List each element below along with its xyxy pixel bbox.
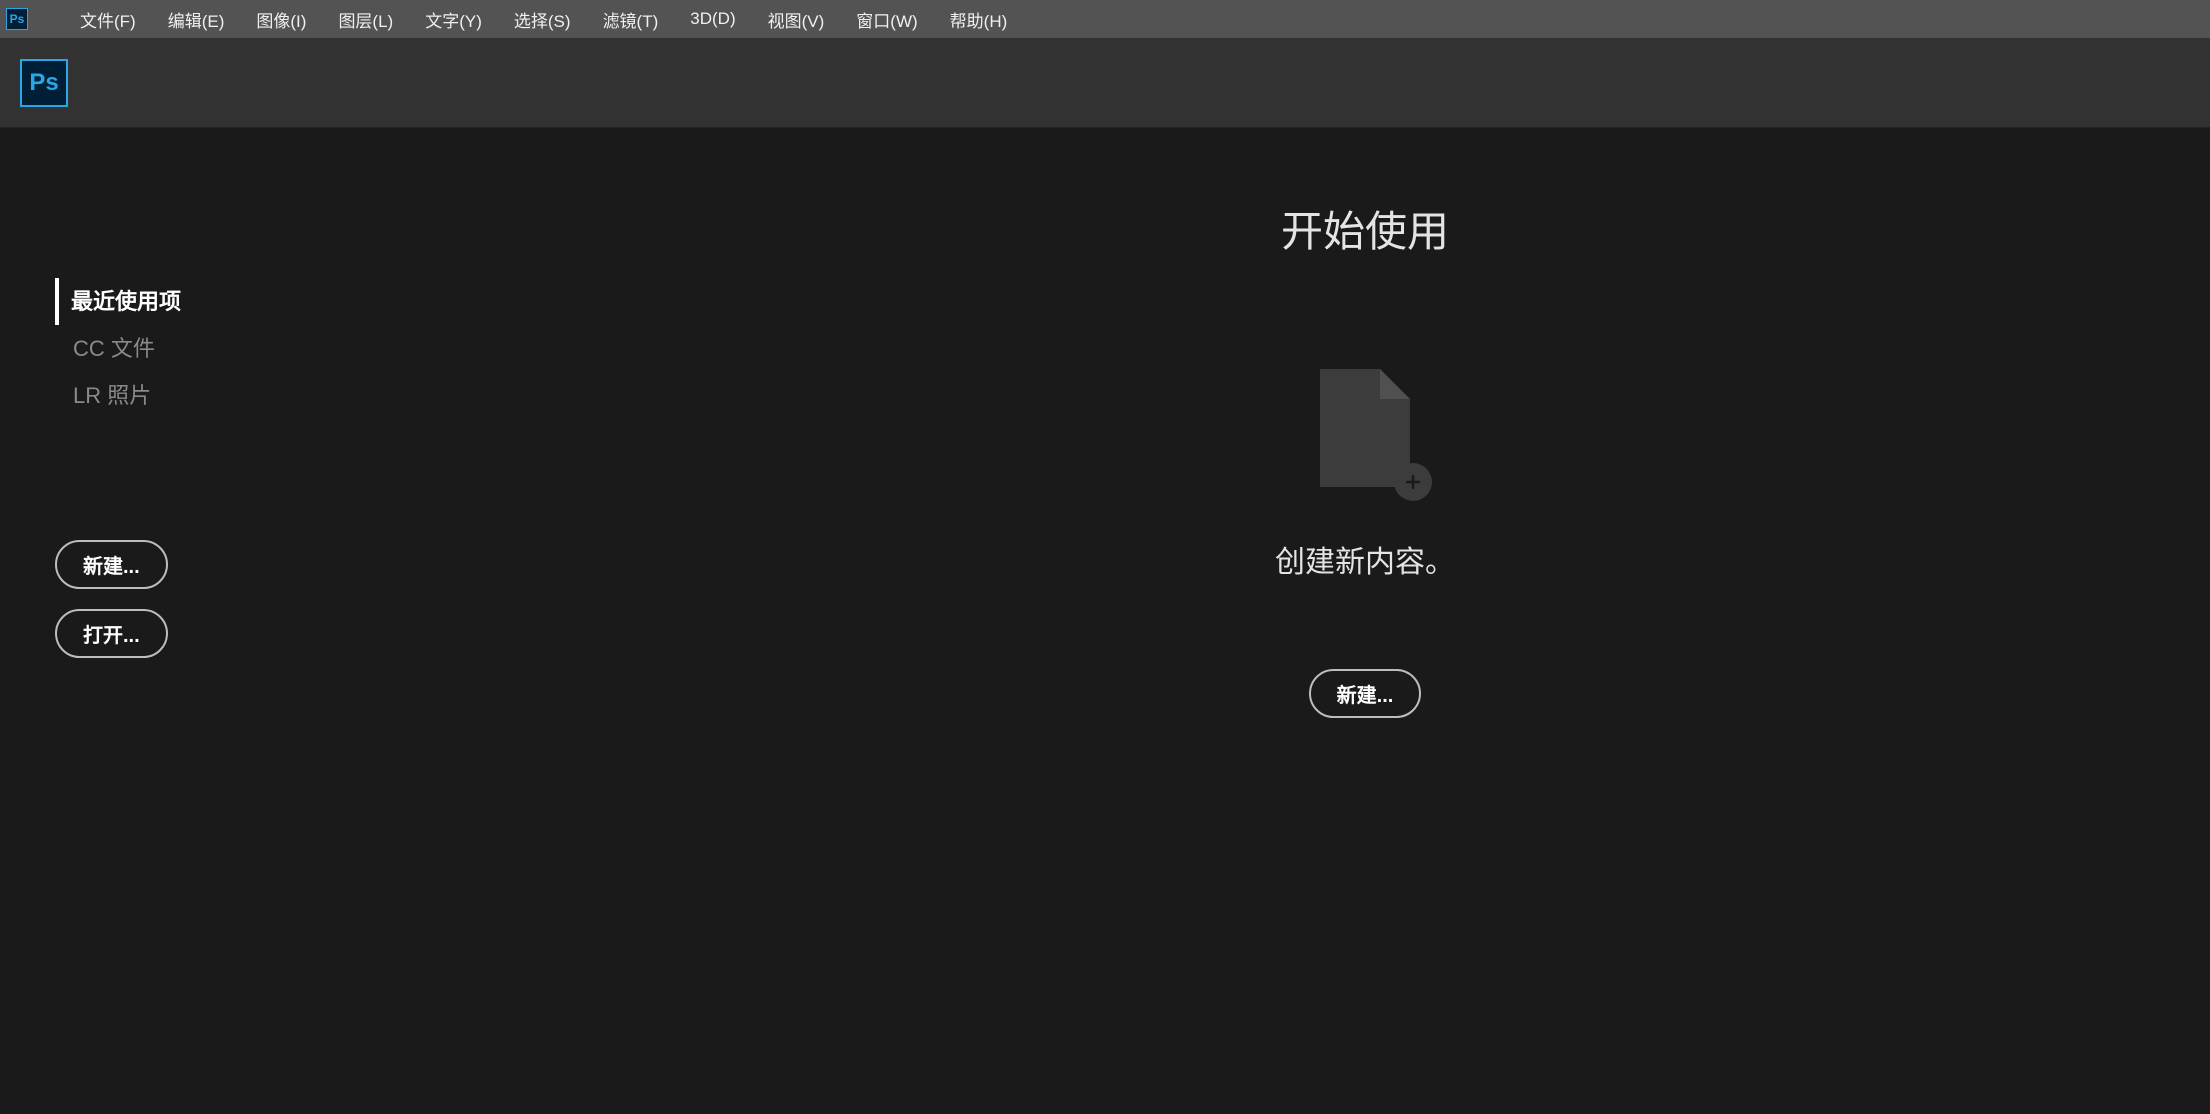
- document-fold-icon: [1380, 369, 1410, 399]
- new-button-left[interactable]: 新建...: [55, 540, 168, 589]
- main-menu-bar: Ps 文件(F) 编辑(E) 图像(I) 图层(L) 文字(Y) 选择(S) 滤…: [0, 0, 2210, 38]
- app-logo-large: Ps: [20, 59, 68, 107]
- left-actions: 新建... 打开...: [55, 530, 520, 668]
- app-logo-small: Ps: [6, 8, 28, 30]
- menu-image[interactable]: 图像(I): [240, 0, 322, 38]
- start-subline: 创建新内容。: [1275, 537, 1455, 581]
- nav-cc-files[interactable]: CC 文件: [55, 325, 520, 372]
- app-logo-large-text: Ps: [29, 71, 58, 95]
- menu-type[interactable]: 文字(Y): [409, 0, 498, 38]
- menu-edit[interactable]: 编辑(E): [152, 0, 241, 38]
- start-headline: 开始使用: [1281, 198, 1449, 259]
- plus-icon: [1394, 463, 1432, 501]
- menu-3d[interactable]: 3D(D): [674, 0, 751, 38]
- nav-recent[interactable]: 最近使用项: [55, 278, 520, 325]
- document-page-icon: [1320, 369, 1410, 487]
- menu-layer[interactable]: 图层(L): [322, 0, 409, 38]
- new-button-center[interactable]: 新建...: [1309, 669, 1422, 718]
- menu-filter[interactable]: 滤镜(T): [587, 0, 675, 38]
- menu-select[interactable]: 选择(S): [498, 0, 587, 38]
- menu-view[interactable]: 视图(V): [752, 0, 841, 38]
- center-actions: 新建...: [1309, 659, 1422, 728]
- nav-lr-photos[interactable]: LR 照片: [55, 372, 520, 419]
- start-left-panel: 最近使用项 CC 文件 LR 照片 新建... 打开...: [0, 128, 520, 1114]
- options-bar: Ps: [0, 38, 2210, 128]
- menu-window[interactable]: 窗口(W): [840, 0, 933, 38]
- app-logo-text: Ps: [10, 13, 25, 25]
- menu-file[interactable]: 文件(F): [64, 0, 152, 38]
- start-side-nav: 最近使用项 CC 文件 LR 照片: [55, 278, 520, 420]
- menu-help[interactable]: 帮助(H): [934, 0, 1024, 38]
- start-center-panel: 开始使用 创建新内容。 新建...: [520, 128, 2210, 1114]
- start-screen: 最近使用项 CC 文件 LR 照片 新建... 打开... 开始使用 创建新内容…: [0, 128, 2210, 1114]
- open-button-left[interactable]: 打开...: [55, 609, 168, 658]
- new-document-icon[interactable]: [1320, 369, 1410, 487]
